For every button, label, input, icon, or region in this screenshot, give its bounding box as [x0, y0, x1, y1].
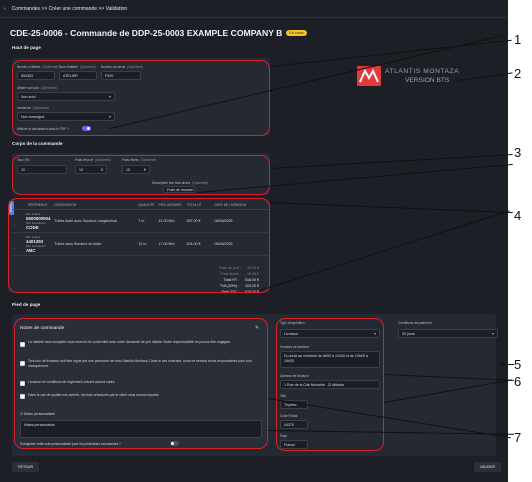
- cell-total: 204.00 €: [184, 232, 213, 256]
- notes-title: Notes de commande: [20, 326, 65, 331]
- adresse-label: Adresse de livraison: [280, 374, 309, 378]
- note-checkbox-2[interactable]: [20, 361, 25, 366]
- suivi-select[interactable]: Non suivi: [17, 92, 115, 101]
- breadcrumb: ‹ Commandes >> Créer une commande >> Val…: [0, 0, 508, 18]
- cell-reference: Réf. interne 4401393 Réf. fournisseur ABC: [12, 232, 53, 256]
- section-haut-title: Haut de page: [12, 45, 41, 50]
- callout-number-6: 6: [514, 374, 522, 389]
- reuse-note-toggle[interactable]: [170, 441, 179, 446]
- total-row: Total TTC :619.20 €: [221, 290, 259, 294]
- note-checkbox-3[interactable]: [20, 381, 25, 386]
- logo-sub: VERSION BTS: [405, 77, 450, 84]
- table-header-row: RÉFÉRENCE DÉSIGNATION QUANTITÉ PRIX UNIT…: [12, 201, 268, 210]
- section-corps-title: Corps de la commande: [12, 141, 63, 146]
- col-total: TOTAL HT: [184, 201, 213, 210]
- cp-input[interactable]: 44370: [280, 420, 308, 429]
- pdf-toggle-label: Afficher la déclaration dans le PDF ?: [17, 127, 69, 131]
- field-label-num-devis: Numéro de devis (Optionnel): [101, 65, 143, 69]
- adresse-input[interactable]: 1 Rue de la Cité Nouvelle - ZI Attitude: [280, 380, 380, 389]
- col-date: DATE DE LIVRAISON: [212, 201, 268, 210]
- field-label-suivi: Affaire suivi par (Optionnel): [17, 86, 57, 90]
- pays-label: Pays: [280, 434, 288, 438]
- cp-label: Code Postal: [280, 414, 298, 418]
- cell-date: 05/06/2025: [212, 209, 268, 233]
- callout-number-2: 2: [514, 66, 522, 81]
- divers-input[interactable]: 15 €: [122, 165, 150, 174]
- horaires-input[interactable]: Du lundi au vendredi de 8h00 à 12h00 et …: [280, 351, 380, 368]
- ville-label: Ville: [280, 394, 286, 398]
- order-lines-table: RÉFÉRENCE DÉSIGNATION QUANTITÉ PRIX UNIT…: [12, 201, 268, 256]
- reuse-note-label: Enregistrer cette note personnalisée pou…: [20, 442, 121, 446]
- edit-notes-icon[interactable]: ✎: [255, 325, 259, 331]
- expedition-select[interactable]: Livraison: [280, 329, 380, 338]
- cell-designation: Tubes sans Soudure en Acier: [52, 232, 137, 256]
- cell-quantite: 7 m: [136, 209, 157, 233]
- desc-label: Description des frais divers (Optionnel): [152, 181, 209, 185]
- callout-number-1: 1: [514, 32, 522, 47]
- expand-row-icon[interactable]: ›: [14, 223, 15, 228]
- cell-prix: 41.00 €/m: [156, 209, 185, 233]
- company-logo: ATLANTIS MONTAZA VERSION BTS: [355, 64, 508, 94]
- pays-input[interactable]: France: [280, 440, 308, 449]
- note-checkbox-4[interactable]: [20, 394, 25, 399]
- page-title-row: CDE-25-0006 - Commande de DDP-25-0003 EX…: [10, 28, 307, 38]
- incoterm-select[interactable]: Non renseigné: [17, 112, 115, 121]
- callout-number-3: 3: [514, 145, 522, 160]
- callout-number-7: 7: [514, 430, 522, 445]
- port-label: Frais de port (Optionnel): [75, 158, 111, 162]
- callout-number-5: 5: [514, 357, 522, 372]
- callout-line-5: [500, 364, 514, 366]
- cell-date: 05/06/2025: [212, 232, 268, 256]
- page-title: CDE-25-0006 - Commande de DDP-25-0003 EX…: [10, 28, 283, 38]
- col-reference: RÉFÉRENCE: [12, 201, 53, 210]
- tva-label: Taux (%): [17, 158, 30, 162]
- table-row[interactable]: Réf. interne 4401393 Réf. fournisseur ABC …: [12, 232, 268, 256]
- horaires-label: Horaires de livraison: [280, 345, 310, 349]
- cell-quantite: 12 m: [136, 232, 157, 256]
- divers-label: Frais divers (Optionnel): [122, 158, 157, 162]
- field-label-num-affaire: Numéro d'affaire (Optionnel): [17, 65, 59, 69]
- paiement-select[interactable]: 30 jours: [398, 329, 498, 338]
- perso-note-textarea[interactable]: Notes personnalisé: [20, 420, 262, 438]
- nom-affaire-input[interactable]: ATELIER: [59, 71, 97, 80]
- note-checkbox-1[interactable]: [20, 342, 25, 347]
- back-arrow-icon[interactable]: ‹: [4, 6, 6, 12]
- breadcrumb-text: Commandes >> Créer une commande >> Valid…: [11, 5, 128, 12]
- note-text-2: Tout bon de livraison doit être signé pa…: [28, 359, 252, 368]
- totals-block: Frais de port :10.00 € Frais divers :15.…: [195, 266, 259, 296]
- col-designation: DÉSIGNATION: [52, 201, 137, 210]
- status-badge: En cours: [286, 30, 307, 36]
- note-text-1: La matière sera acceptée sous réserve de…: [28, 340, 231, 344]
- retour-button[interactable]: RETOUR: [12, 462, 40, 472]
- logo-brand: ATLANTIS MONTAZA: [385, 68, 460, 75]
- callout-number-4: 4: [514, 208, 522, 223]
- field-label-nom-affaire: Nom d'affaire (Optionnel): [59, 65, 96, 69]
- perso-note-label: ☑ Notes personnalisée: [20, 412, 55, 416]
- expedition-label: Type d'expédition: [280, 321, 305, 325]
- cell-prix: 17.00 €/m: [156, 232, 185, 256]
- perso-check-icon[interactable]: ☑: [20, 412, 23, 416]
- app-window: ‹ Commandes >> Créer une commande >> Val…: [0, 0, 508, 482]
- desc-input[interactable]: Frais de douane: [163, 186, 195, 193]
- cell-designation: Tubes Acier avec Soudure Longitudinal: [52, 209, 137, 233]
- tva-input[interactable]: 20: [17, 165, 67, 174]
- paiement-label: Conditions de paiement: [398, 321, 432, 325]
- expand-row-icon[interactable]: ›: [14, 246, 15, 251]
- section-pied-title: Pied de page: [12, 302, 41, 307]
- col-prix: PRIX UNITAIRE: [156, 201, 185, 210]
- field-label-incoterm: Incoterms (Optionnel): [17, 106, 49, 110]
- col-quantite: QUANTITÉ: [136, 201, 157, 210]
- note-text-4: Dans le cas de qualité non avérée, les f…: [28, 393, 160, 397]
- note-text-3: Livraison et conditions de règlement sui…: [28, 380, 116, 384]
- cell-total: 287.00 €: [184, 209, 213, 233]
- pdf-toggle[interactable]: [82, 126, 91, 131]
- cell-reference: Réf. interne 5600000004 Réf. fournisseur C…: [12, 209, 53, 233]
- valider-button[interactable]: VALIDER: [474, 462, 502, 472]
- num-devis-input[interactable]: F920: [101, 71, 141, 80]
- table-row[interactable]: Réf. interne 5600000004 Réf. fournisseur C…: [12, 209, 268, 233]
- port-input[interactable]: 10 €: [75, 165, 107, 174]
- num-affaire-input[interactable]: 554353: [17, 71, 55, 80]
